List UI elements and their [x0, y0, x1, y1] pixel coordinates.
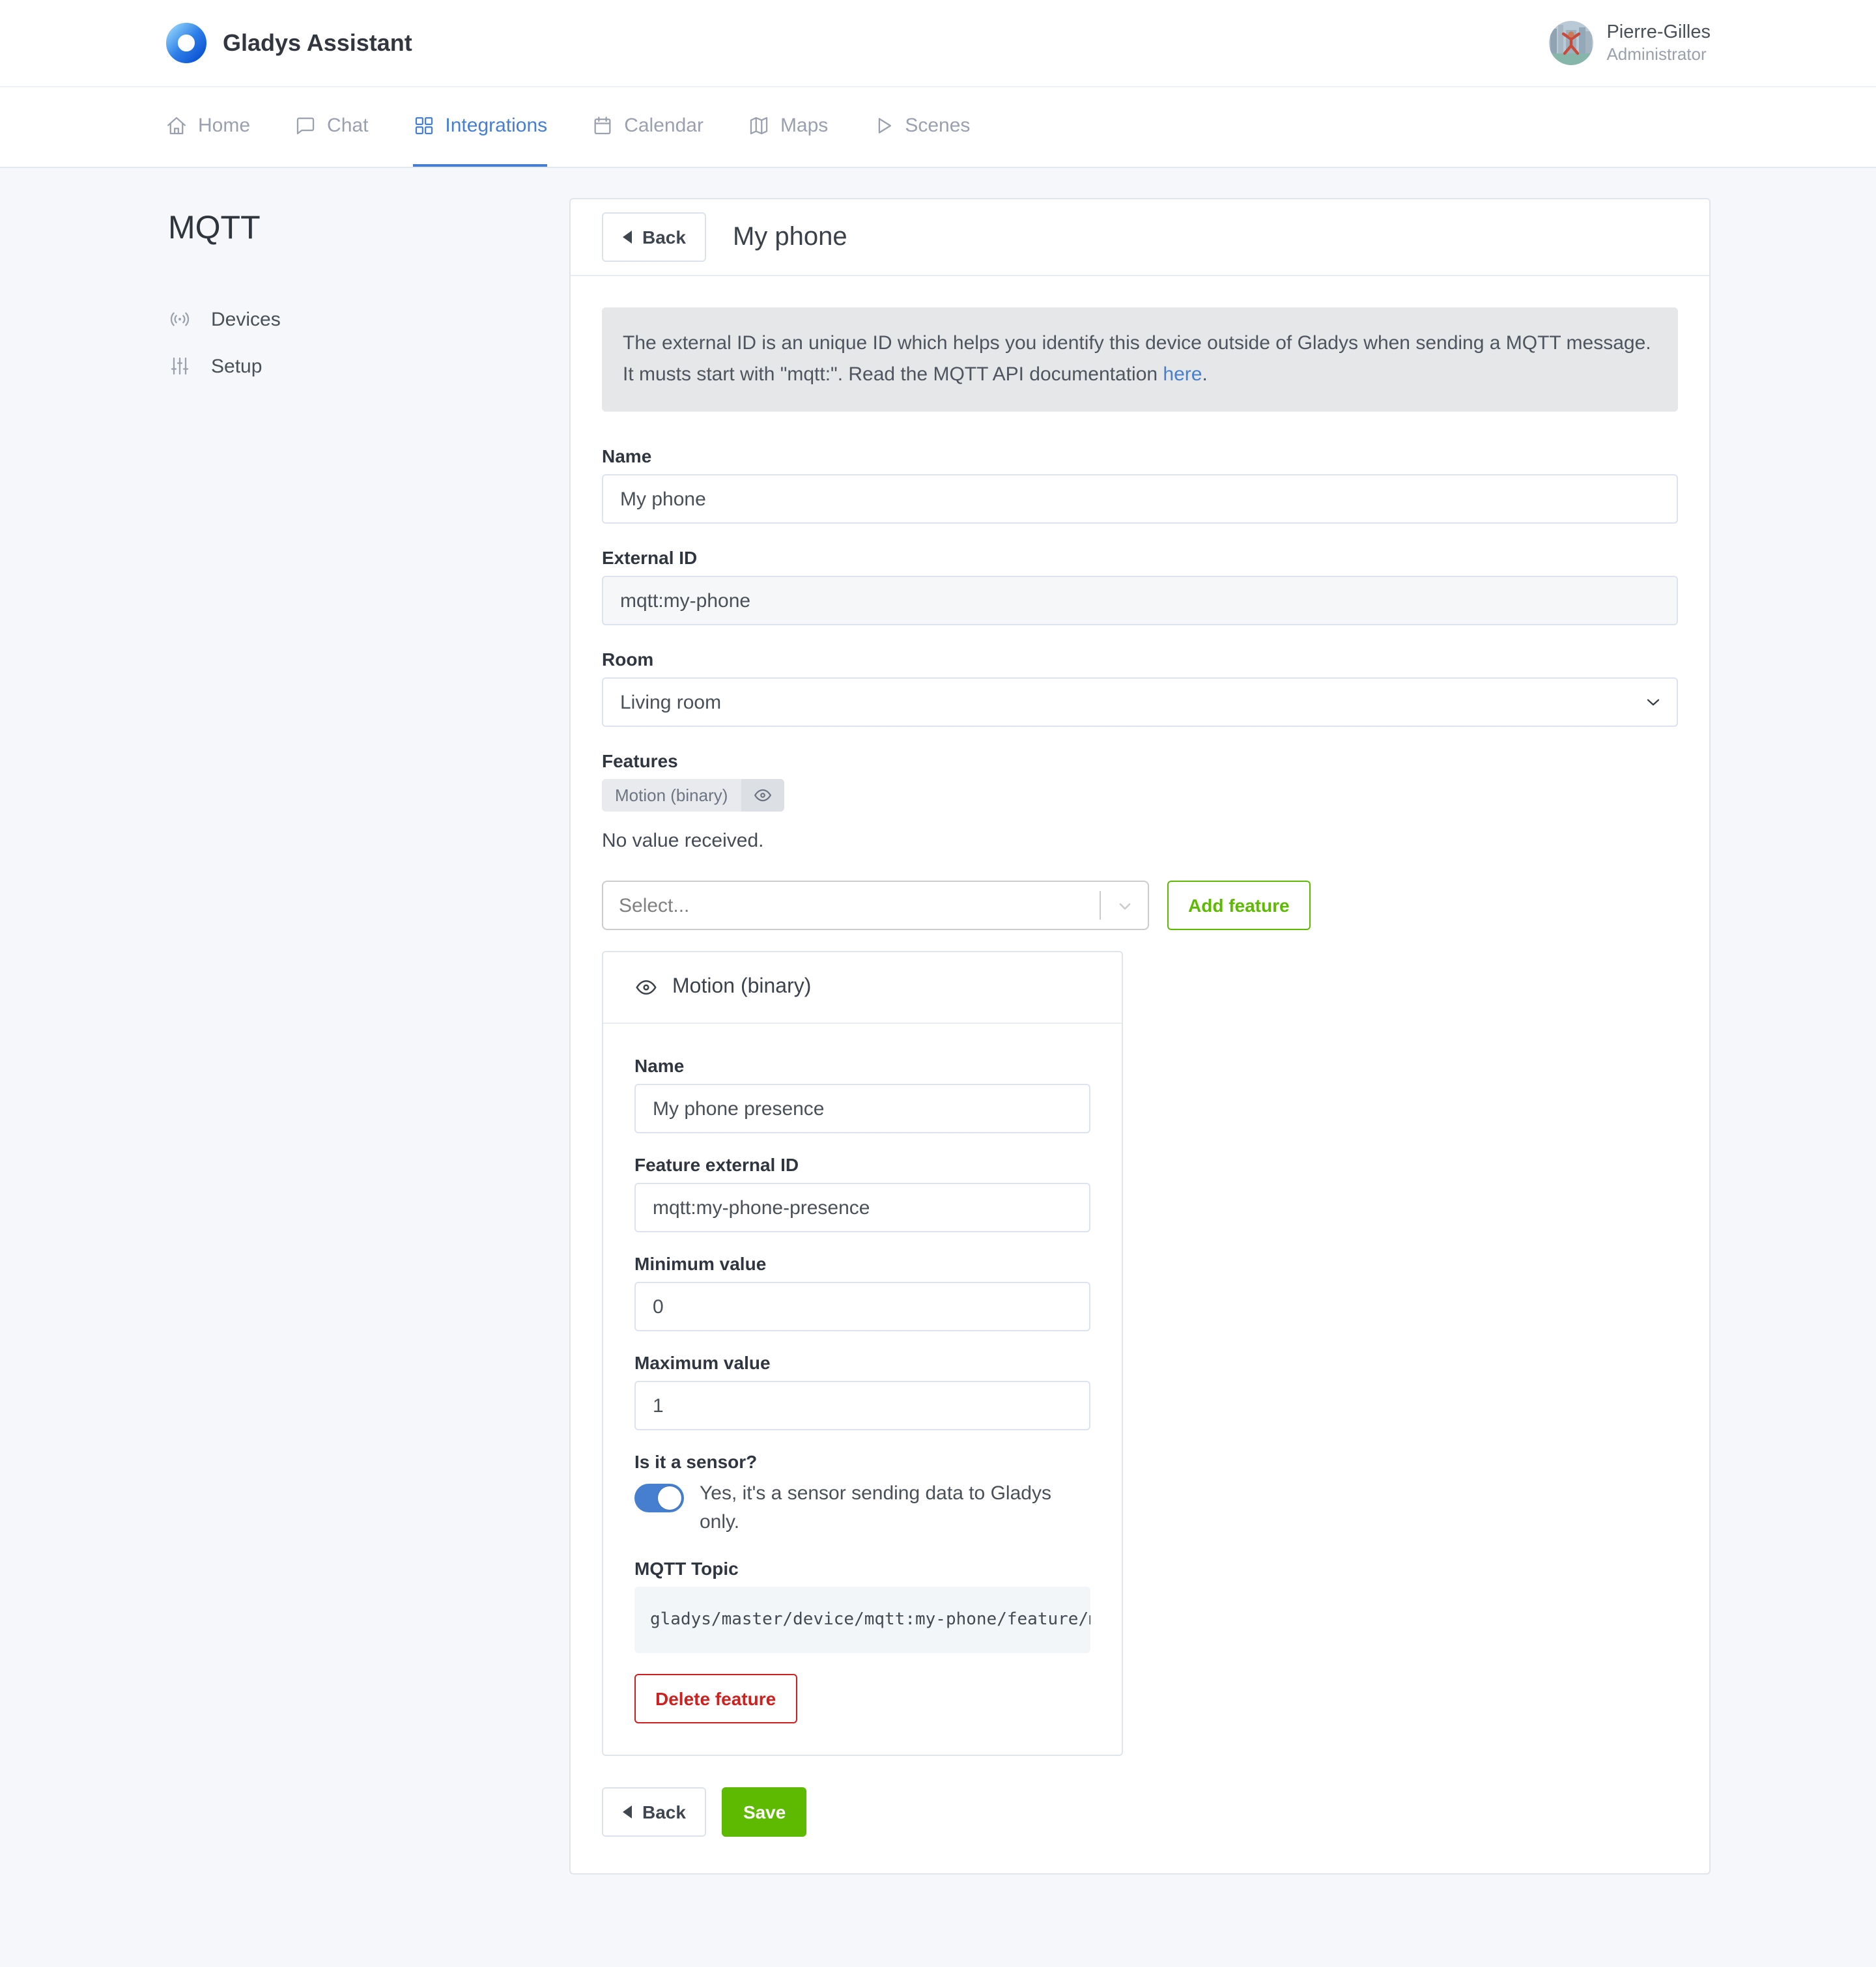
page-title: MQTT	[168, 210, 530, 248]
feature-name-label: Name	[634, 1055, 1090, 1076]
nav-item-scenes[interactable]: Scenes	[872, 87, 970, 167]
mqtt-doc-link[interactable]: here	[1163, 363, 1202, 386]
gladys-logo-icon	[165, 21, 210, 65]
nav-item-integrations[interactable]: Integrations	[412, 87, 547, 167]
chevron-down-icon	[1113, 894, 1135, 916]
main-nav: Home Chat Integrations Calendar	[0, 87, 1876, 168]
device-name-label: Name	[602, 446, 1678, 466]
map-icon	[748, 115, 770, 137]
external-id-input	[602, 576, 1678, 625]
chat-icon	[294, 115, 317, 137]
feature-badge: Motion (binary)	[602, 779, 784, 812]
feature-external-id-label: Feature external ID	[634, 1154, 1090, 1175]
broadcast-icon	[168, 307, 192, 331]
calendar-icon	[591, 115, 614, 137]
grid-icon	[412, 115, 434, 137]
mqtt-topic-label: MQTT Topic	[634, 1558, 1090, 1579]
sidebar-item-setup[interactable]: Setup	[168, 354, 530, 378]
back-button-top[interactable]: Back	[602, 212, 707, 262]
nav-item-chat[interactable]: Chat	[294, 87, 368, 167]
external-id-label: External ID	[602, 547, 1678, 568]
no-value-text: No value received.	[602, 830, 1678, 852]
user-menu[interactable]: Pierre-Gilles Administrator	[1549, 21, 1711, 66]
feature-type-placeholder: Select...	[603, 894, 1100, 916]
device-card-header: Back My phone	[571, 199, 1709, 276]
maximum-value-input[interactable]	[634, 1381, 1090, 1430]
toggle-knob	[658, 1486, 681, 1510]
home-icon	[165, 115, 188, 137]
device-name-input[interactable]	[602, 474, 1678, 524]
device-title: My phone	[733, 222, 847, 252]
sensor-toggle-label: Yes, it's a sensor sending data to Glady…	[700, 1480, 1090, 1537]
user-role: Administrator	[1606, 44, 1711, 66]
feature-card-header: Motion (binary)	[603, 952, 1122, 1024]
feature-badge-label: Motion (binary)	[602, 779, 741, 812]
mqtt-topic-value: gladys/master/device/mqtt:my-phone/featu…	[634, 1587, 1090, 1653]
back-arrow-icon	[623, 231, 632, 244]
back-button-bottom[interactable]: Back	[602, 1787, 707, 1837]
brand[interactable]: Gladys Assistant	[165, 21, 412, 65]
save-button[interactable]: Save	[722, 1787, 806, 1837]
minimum-value-label: Minimum value	[634, 1253, 1090, 1274]
feature-card: Motion (binary) Name Feature external ID	[602, 951, 1123, 1756]
features-label: Features	[602, 750, 1678, 771]
user-name: Pierre-Gilles	[1606, 21, 1711, 44]
app-header: Gladys Assistant	[0, 0, 1876, 87]
brand-title: Gladys Assistant	[223, 29, 412, 57]
delete-feature-button[interactable]: Delete feature	[634, 1674, 797, 1723]
is-sensor-label: Is it a sensor?	[634, 1451, 1090, 1472]
sliders-icon	[168, 354, 192, 378]
maximum-value-label: Maximum value	[634, 1352, 1090, 1373]
room-select[interactable]: Living room	[602, 677, 1678, 727]
gladys-app: Gladys Assistant	[0, 0, 1876, 1967]
sidebar: MQTT Devices Setup	[165, 198, 530, 1875]
play-icon	[872, 115, 894, 137]
external-id-alert: The external ID is an unique ID which he…	[602, 307, 1678, 412]
sidebar-item-devices[interactable]: Devices	[168, 307, 530, 331]
nav-item-calendar[interactable]: Calendar	[591, 87, 704, 167]
device-card: Back My phone The external ID is an uniq…	[569, 198, 1711, 1875]
nav-item-home[interactable]: Home	[165, 87, 250, 167]
feature-external-id-input[interactable]	[634, 1183, 1090, 1232]
room-label: Room	[602, 649, 1678, 670]
sensor-toggle[interactable]	[634, 1484, 684, 1512]
add-feature-button[interactable]: Add feature	[1167, 881, 1311, 930]
nav-item-maps[interactable]: Maps	[748, 87, 828, 167]
eye-icon	[752, 785, 772, 805]
eye-icon	[634, 976, 658, 999]
minimum-value-input[interactable]	[634, 1282, 1090, 1331]
avatar	[1549, 21, 1593, 65]
feature-name-input[interactable]	[634, 1084, 1090, 1133]
back-arrow-icon	[623, 1805, 632, 1818]
feature-type-select[interactable]: Select...	[602, 881, 1149, 930]
feature-title: Motion (binary)	[672, 976, 811, 999]
feature-badge-eye-button[interactable]	[741, 779, 784, 812]
